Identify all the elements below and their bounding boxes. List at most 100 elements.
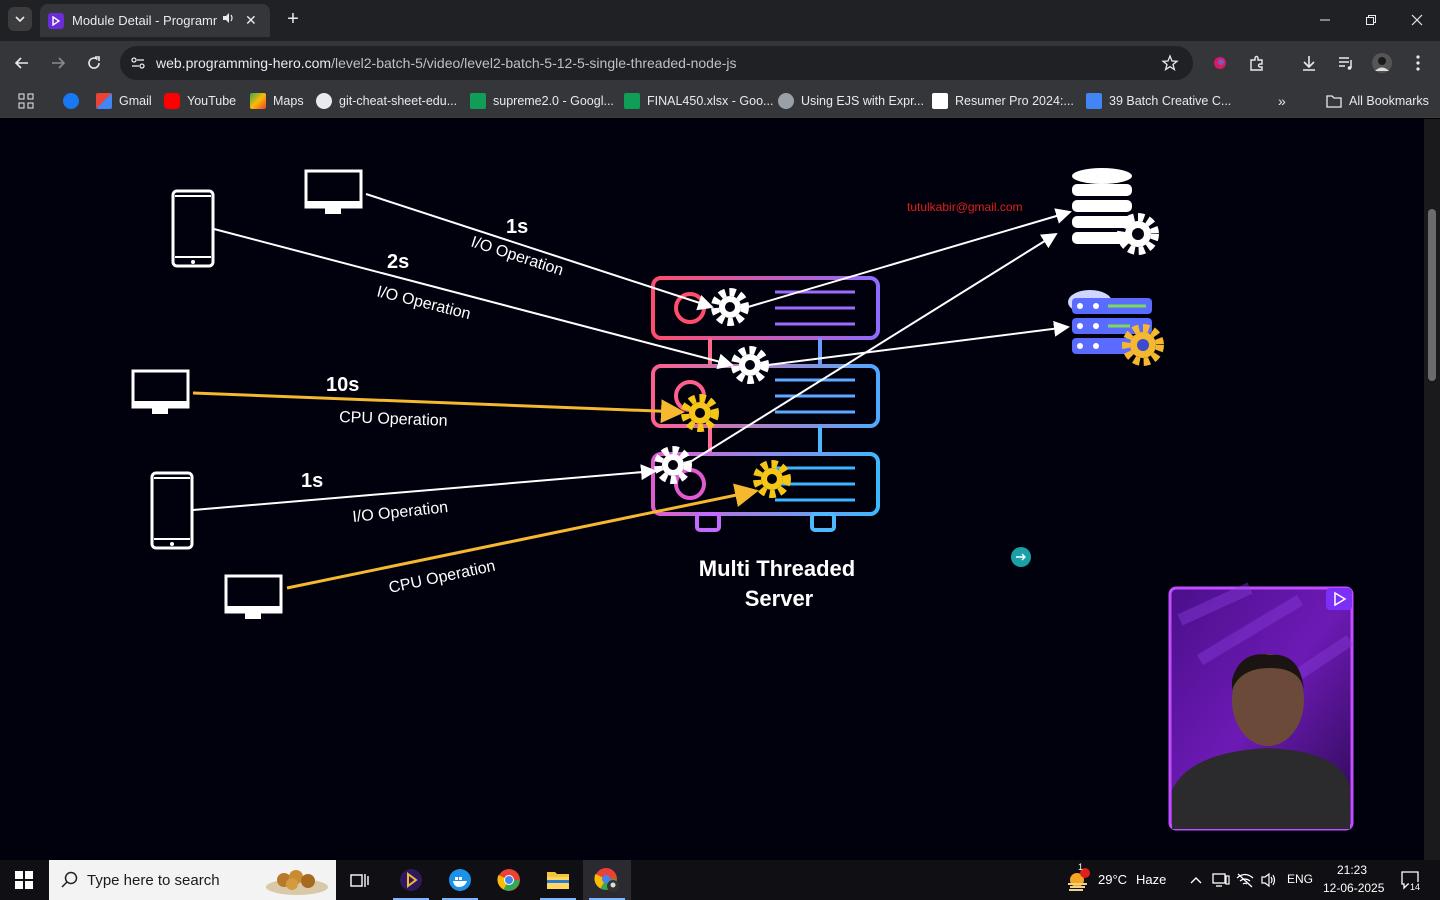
reload-button[interactable] — [82, 51, 106, 75]
youtube-icon — [164, 93, 180, 109]
taskbar-app-file-explorer[interactable] — [534, 860, 582, 900]
windows-logo-icon — [15, 871, 33, 889]
video-player[interactable]: 1s I/O Operation 2s I/O Operation 10s CP… — [0, 119, 1424, 860]
tab-search-button[interactable] — [8, 7, 32, 31]
sheets-icon — [470, 93, 486, 109]
operation-label: I/O Operation — [352, 499, 449, 526]
bookmark-supreme[interactable]: supreme2.0 - Googl... — [470, 92, 614, 110]
bookmark-git-cheat-sheet[interactable]: git-cheat-sheet-edu... — [316, 92, 457, 110]
tab-close-icon[interactable]: ✕ — [245, 12, 257, 29]
apps-grid-icon[interactable] — [18, 92, 34, 110]
profile-avatar[interactable] — [1370, 51, 1394, 75]
address-bar[interactable]: web.programming-hero.com/level2-batch-5/… — [120, 46, 1193, 80]
server-title-line2: Server — [745, 586, 814, 611]
chevron-down-icon — [15, 16, 25, 23]
bookmark-batch-creative[interactable]: 39 Batch Creative C... — [1086, 92, 1231, 110]
extension-colorful-icon[interactable] — [1208, 51, 1232, 75]
bookmark-facebook[interactable] — [63, 92, 86, 110]
bookmark-resumer[interactable]: Resumer Pro 2024:... — [932, 92, 1074, 110]
taskbar-search-box[interactable]: Type here to search — [49, 860, 336, 900]
taskbar-app-chrome[interactable] — [485, 860, 533, 900]
desktop-monitor-icon — [131, 369, 190, 414]
arrow-left-icon — [14, 57, 28, 69]
bookmarks-bar: Gmail YouTube Maps git-cheat-sheet-edu..… — [0, 84, 1440, 118]
gear-icon — [681, 394, 719, 432]
browser-menu-icon[interactable] — [1406, 51, 1430, 75]
github-icon — [778, 93, 794, 109]
back-button[interactable] — [10, 51, 34, 75]
downloads-icon[interactable] — [1297, 51, 1321, 75]
arrow-right-icon — [52, 57, 66, 69]
programming-hero-app-icon — [400, 869, 422, 891]
bookmark-maps[interactable]: Maps — [250, 92, 304, 110]
more-bookmarks-chevron-icon[interactable]: » — [1278, 92, 1286, 110]
clock-time[interactable]: 21:23 — [1337, 863, 1367, 877]
db-line — [747, 208, 1072, 308]
facebook-icon — [63, 93, 79, 109]
bookmark-star-icon[interactable] — [1161, 54, 1179, 72]
media-controls-icon[interactable] — [1334, 51, 1358, 75]
weather-badge: 1 — [1078, 862, 1084, 872]
mobile-device-icon — [171, 189, 215, 268]
cpu-request-line — [286, 483, 759, 590]
bookmark-label: Resumer Pro 2024:... — [955, 94, 1074, 108]
chrome-profile-icon — [594, 868, 619, 892]
close-window-button[interactable] — [1394, 0, 1440, 40]
taskbar-app-chrome-profile[interactable] — [583, 860, 631, 900]
bookmark-label: 39 Batch Creative C... — [1109, 94, 1232, 108]
folder-icon — [1326, 95, 1342, 108]
time-label: 1s — [506, 216, 528, 238]
operation-label: CPU Operation — [339, 409, 448, 430]
taskbar-app-programming-hero[interactable] — [387, 860, 435, 900]
url-host: web.programming-hero.com — [156, 55, 332, 71]
wifi-off-icon[interactable] — [1234, 860, 1256, 900]
bookmark-gmail[interactable]: Gmail — [96, 92, 152, 110]
cloud-server-icon — [1068, 290, 1164, 366]
start-button[interactable] — [0, 860, 48, 900]
bookmark-ejs[interactable]: Using EJS with Expr... — [778, 92, 924, 110]
windows-taskbar: Type here to search 1 29°C Haze ENG 21:2… — [0, 860, 1440, 900]
mobile-device-icon — [150, 471, 194, 550]
forward-button[interactable] — [46, 51, 70, 75]
io-request-line — [365, 193, 714, 311]
taskbar-app-docker[interactable] — [436, 860, 484, 900]
task-view-icon — [350, 874, 369, 887]
notification-center-icon[interactable] — [1394, 860, 1428, 900]
bookmark-label: Gmail — [119, 94, 152, 108]
bookmark-final450[interactable]: FINAL450.xlsx - Goo... — [624, 92, 773, 110]
extensions-puzzle-icon[interactable] — [1245, 51, 1269, 75]
desktop-monitor-icon — [304, 169, 363, 214]
database-icon — [1072, 168, 1159, 255]
tray-overflow-chevron-icon[interactable] — [1186, 860, 1206, 900]
all-bookmarks-folder[interactable]: All Bookmarks — [1326, 92, 1429, 110]
network-display-icon[interactable] — [1210, 860, 1232, 900]
browser-tab-active[interactable]: Module Detail - Programmi ✕ — [40, 4, 270, 37]
new-tab-button[interactable]: + — [282, 8, 304, 30]
cpu-request-line — [192, 391, 685, 424]
operation-label: I/O Operation — [375, 283, 472, 323]
gear-icon — [753, 460, 791, 498]
chrome-icon — [497, 869, 520, 891]
folder-icon — [547, 872, 569, 889]
task-view-button[interactable] — [336, 860, 384, 900]
notification-count: 14 — [1409, 882, 1422, 892]
time-label: 1s — [301, 470, 323, 492]
language-indicator[interactable]: ENG — [1287, 872, 1313, 886]
sheets-icon — [624, 93, 640, 109]
clock-date[interactable]: 12-06-2025 — [1323, 881, 1384, 895]
page-scrollbar[interactable] — [1424, 119, 1440, 860]
minimize-icon — [1320, 19, 1330, 21]
weather-temp: 29°C — [1098, 872, 1128, 887]
minimize-button[interactable] — [1302, 0, 1348, 40]
docs-icon — [1086, 93, 1102, 109]
scrollbar-thumb[interactable] — [1428, 209, 1436, 381]
search-highlight-food-icon — [266, 870, 328, 895]
site-settings-icon[interactable] — [130, 55, 146, 71]
speaker-icon[interactable] — [221, 11, 235, 30]
gear-icon — [731, 346, 769, 384]
bookmark-youtube[interactable]: YouTube — [164, 92, 236, 110]
server-line — [767, 320, 1070, 366]
restore-button[interactable] — [1348, 0, 1394, 40]
volume-icon[interactable] — [1258, 860, 1280, 900]
maps-icon — [250, 93, 266, 109]
